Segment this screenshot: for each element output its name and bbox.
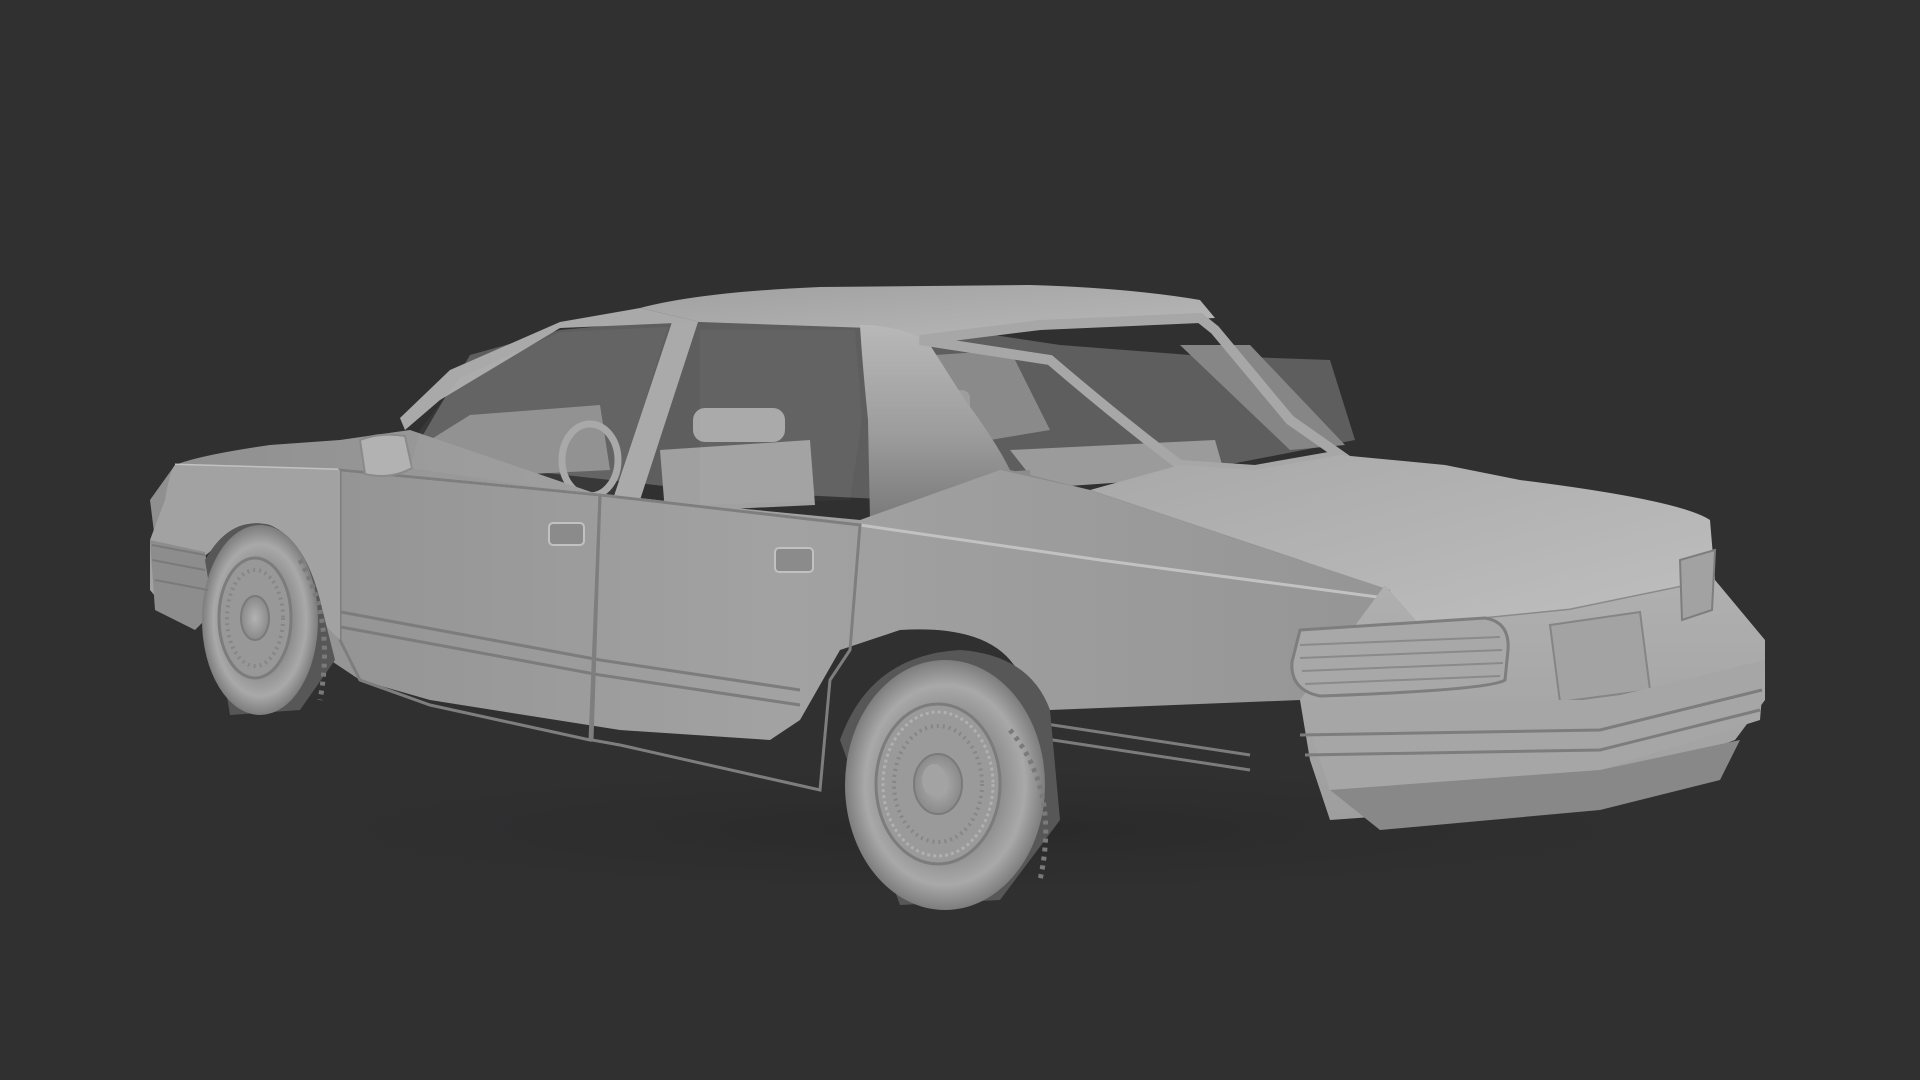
side-mirror [358, 433, 414, 477]
license-plate-recess [1548, 610, 1652, 704]
tail-light-right [1678, 548, 1717, 622]
rear-door-handle [774, 547, 814, 573]
render-viewport[interactable] [0, 0, 1920, 1080]
front-door-handle [548, 522, 585, 546]
rear-window-glass [700, 330, 862, 505]
car-render [120, 285, 1840, 910]
